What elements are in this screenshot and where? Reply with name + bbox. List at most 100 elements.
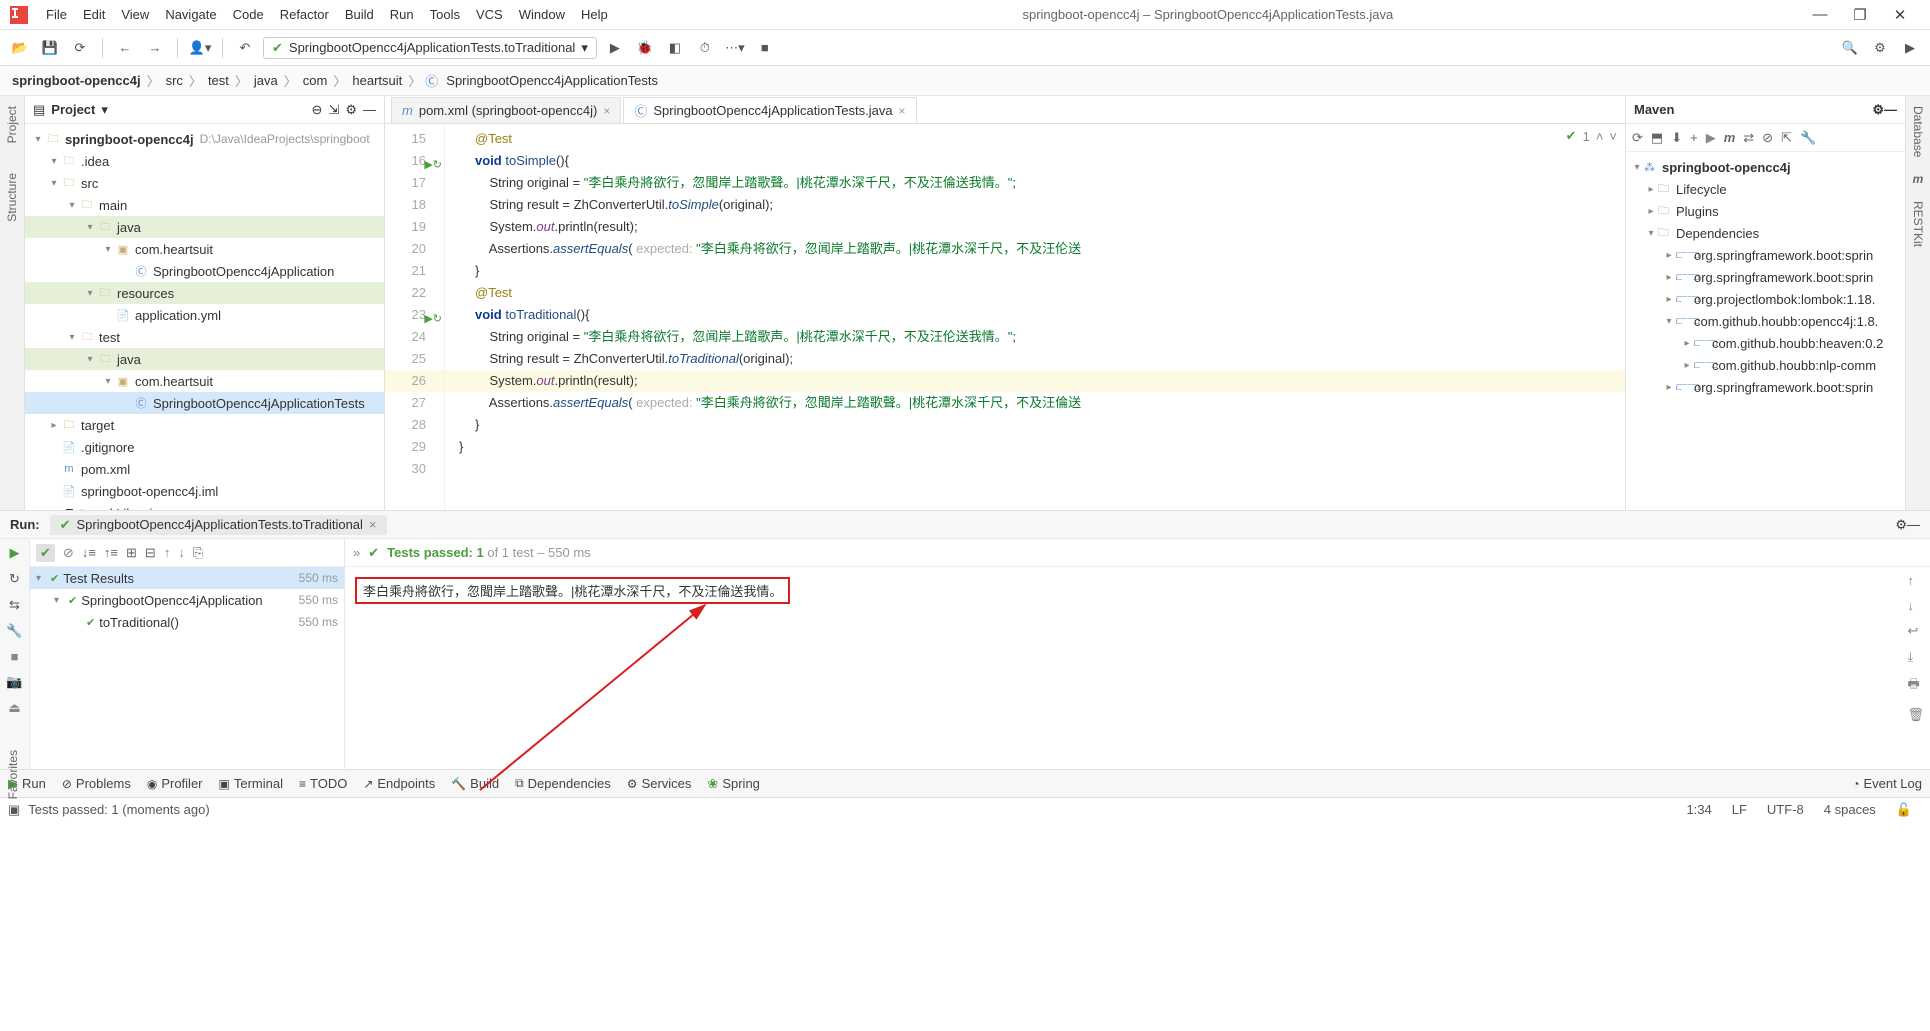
crumb[interactable]: springboot-opencc4j — [10, 73, 143, 88]
open-icon[interactable]: 📂 — [8, 36, 32, 60]
crumb[interactable]: src — [164, 73, 185, 88]
menu-window[interactable]: Window — [511, 7, 573, 22]
build-tool[interactable]: 🔨 Build — [451, 776, 499, 791]
test-row[interactable]: ▾✔Test Results550 ms — [30, 567, 344, 589]
rerun-icon[interactable]: ▶ — [10, 545, 20, 561]
caret-position[interactable]: 1:34 — [1676, 802, 1721, 817]
editor-tab[interactable]: ⒸSpringbootOpencc4jApplicationTests.java… — [623, 97, 916, 123]
add-icon[interactable]: + — [1690, 130, 1698, 145]
tree-external-libraries[interactable]: ▸⫍⫎External Libraries — [25, 502, 384, 510]
close-icon[interactable]: × — [369, 517, 377, 532]
clear-icon[interactable]: 🗑 — [1907, 707, 1924, 723]
profile-button[interactable]: ⏱ — [693, 36, 717, 60]
hide-icon[interactable]: — — [1884, 102, 1897, 117]
back-icon[interactable]: ← — [113, 36, 137, 60]
tree-node[interactable]: ▾🗀main — [25, 194, 384, 216]
tree-node[interactable]: 📄application.yml — [25, 304, 384, 326]
crumb[interactable]: com — [301, 73, 330, 88]
code-editor[interactable]: @Testvoid toSimple(){ String original = … — [445, 124, 1625, 510]
settings-icon[interactable]: 🔧 — [1800, 130, 1816, 146]
crumb[interactable]: SpringbootOpencc4jApplicationTests — [444, 73, 660, 88]
test-row[interactable]: ✔toTraditional()550 ms — [30, 611, 344, 633]
down-icon[interactable]: ↓ — [178, 545, 185, 560]
tree-node[interactable]: ▸🗀target — [25, 414, 384, 436]
gear-icon[interactable]: ⚙ — [345, 102, 357, 118]
test-row[interactable]: ▾✔SpringbootOpencc4jApplication550 ms — [30, 589, 344, 611]
dependencies-tool[interactable]: ⧉ Dependencies — [515, 776, 611, 791]
hide-icon[interactable]: — — [363, 102, 376, 117]
undo-arrow-icon[interactable]: ↶ — [233, 36, 257, 60]
tree-node[interactable]: ⒸSpringbootOpencc4jApplicationTests — [25, 392, 384, 414]
scroll-to-end-icon[interactable]: ⤓ — [1907, 649, 1924, 665]
maven-tree[interactable]: ▾⁂springboot-opencc4j ▸🗀Lifecycle ▸🗀Plug… — [1626, 152, 1905, 510]
tree-root[interactable]: ▾🗀 springboot-opencc4jD:\Java\IdeaProjec… — [25, 128, 384, 150]
close-icon[interactable]: × — [603, 104, 610, 118]
coverage-button[interactable]: ◧ — [663, 36, 687, 60]
database-tool-button[interactable]: Database — [1911, 106, 1925, 157]
close-button[interactable]: ✕ — [1880, 6, 1920, 24]
encoding[interactable]: UTF-8 — [1757, 802, 1814, 817]
close-icon[interactable]: × — [899, 104, 906, 118]
editor-tab[interactable]: mpom.xml (springboot-opencc4j)× — [391, 97, 621, 123]
export-icon[interactable]: ⎘ — [193, 545, 203, 561]
console-output[interactable]: 李白乘舟將欲行，忽聞岸上踏歌聲。|桃花潭水深千尺，不及汪倫送我情。 ↑ ↓ ↩ … — [345, 567, 1930, 769]
tree-node[interactable]: ▾🗀.idea — [25, 150, 384, 172]
expand-icon[interactable]: ⇲ — [328, 102, 339, 118]
terminal-tool[interactable]: ▣ Terminal — [219, 776, 283, 791]
structure-tool-button[interactable]: Structure — [5, 173, 19, 222]
tree-node[interactable]: ▾🗀resources — [25, 282, 384, 304]
tool-window-icon[interactable]: ▣ — [8, 802, 20, 818]
search-icon[interactable]: 🔍 — [1838, 36, 1862, 60]
menu-tools[interactable]: Tools — [422, 7, 468, 22]
gear-icon[interactable]: ⚙ — [1895, 517, 1907, 533]
run-button[interactable]: ▶ — [603, 36, 627, 60]
tree-node[interactable]: 📄.gitignore — [25, 436, 384, 458]
scroll-up-icon[interactable]: ↑ — [1907, 573, 1924, 588]
indent[interactable]: 4 spaces — [1814, 802, 1886, 817]
up-icon[interactable]: ↑ — [164, 545, 171, 560]
crumb[interactable]: test — [206, 73, 231, 88]
tree-node[interactable]: ▾🗀src — [25, 172, 384, 194]
event-log-tool[interactable]: ◔ Event Log — [1852, 776, 1922, 791]
generate-icon[interactable]: ⬒ — [1651, 130, 1663, 146]
menu-vcs[interactable]: VCS — [468, 7, 511, 22]
tree-node[interactable]: ▾🗀java — [25, 216, 384, 238]
line-ending[interactable]: LF — [1722, 802, 1757, 817]
collapse-icon[interactable]: ⊟ — [145, 545, 156, 561]
minimize-button[interactable]: — — [1800, 6, 1840, 23]
maven-dep[interactable]: ▸⫍⫎com.github.houbb:nlp-comm — [1626, 354, 1905, 376]
gutter[interactable]: 1516▶↻17181920212223▶↻24252627282930 — [385, 124, 445, 510]
show-ignored-icon[interactable]: ⊘ — [63, 545, 74, 561]
readonly-icon[interactable]: 🔓 — [1886, 802, 1922, 818]
menu-build[interactable]: Build — [337, 7, 382, 22]
run-configuration-select[interactable]: ✔ SpringbootOpencc4jApplicationTests.toT… — [263, 37, 597, 59]
sort-icon[interactable]: ↓≡ — [82, 545, 96, 560]
more-icon[interactable]: » — [353, 545, 360, 560]
sync-icon[interactable]: ⟳ — [68, 36, 92, 60]
favorites-tool-button[interactable]: Favorites — [6, 750, 20, 799]
attach-icon[interactable]: ⋯▾ — [723, 36, 747, 60]
tree-node[interactable]: 📄springboot-opencc4j.iml — [25, 480, 384, 502]
maven-dep[interactable]: ▸⫍⫎org.springframework.boot:sprin — [1626, 376, 1905, 398]
maven-tool-button[interactable]: m — [1913, 172, 1924, 186]
avatar-icon[interactable]: 👤▾ — [188, 36, 212, 60]
maximize-button[interactable]: ❐ — [1840, 6, 1880, 24]
stop-button[interactable]: ■ — [753, 36, 777, 60]
project-tool-button[interactable]: Project — [5, 106, 19, 143]
show-passed-icon[interactable]: ✔ — [36, 544, 55, 562]
soft-wrap-icon[interactable]: ↩ — [1907, 623, 1924, 639]
exit-icon[interactable]: ⏏ — [8, 700, 20, 716]
menu-code[interactable]: Code — [225, 7, 272, 22]
hide-icon[interactable]: — — [1907, 517, 1920, 532]
save-icon[interactable]: 💾 — [38, 36, 62, 60]
menu-help[interactable]: Help — [573, 7, 616, 22]
tree-node[interactable]: mpom.xml — [25, 458, 384, 480]
expand-icon[interactable]: ⊞ — [126, 545, 137, 561]
sort-icon[interactable]: ↑≡ — [104, 545, 118, 560]
crumb[interactable]: java — [252, 73, 280, 88]
debug-button[interactable]: 🐞 — [633, 36, 657, 60]
reload-icon[interactable]: ⟳ — [1632, 130, 1643, 146]
tree-node[interactable]: ▾🗀java — [25, 348, 384, 370]
crumb[interactable]: heartsuit — [350, 73, 404, 88]
menu-view[interactable]: View — [113, 7, 157, 22]
